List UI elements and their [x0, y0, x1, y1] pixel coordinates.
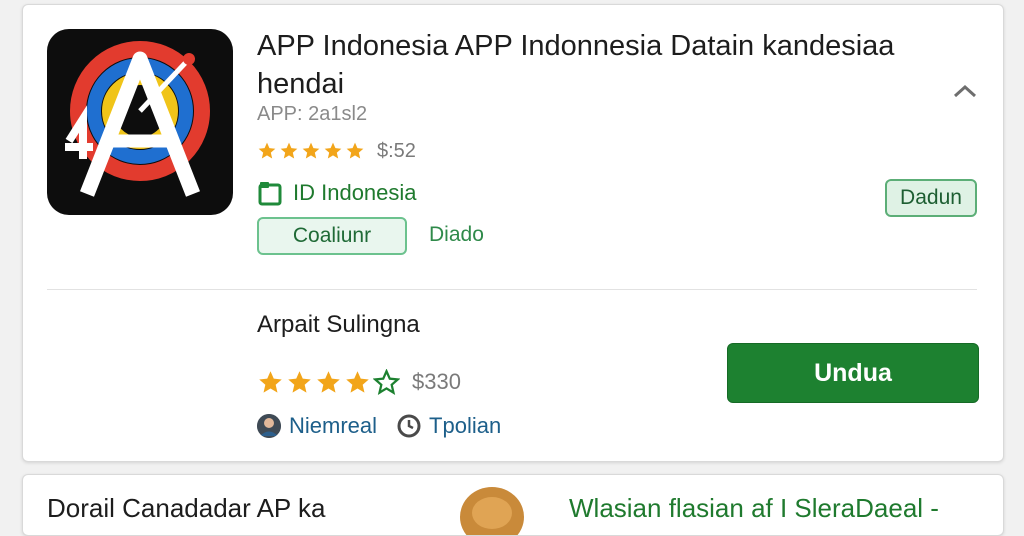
- app-rating: $:52: [257, 137, 416, 165]
- chip-label: Niemreal: [289, 413, 378, 438]
- diado-link[interactable]: Diado: [429, 223, 484, 247]
- section-rating: $330: [257, 365, 461, 399]
- developer-name: ID Indonesia: [293, 180, 417, 205]
- star-filled-icon: [259, 370, 282, 393]
- download-button[interactable]: Undua: [727, 343, 979, 403]
- next-app-card[interactable]: Dorail Canadadar AP ka Wlasian flasian a…: [22, 474, 1004, 536]
- avatar: [257, 414, 281, 438]
- next-card-title: Dorail Canadadar AP ka: [47, 493, 326, 523]
- divider: [47, 289, 977, 290]
- chip-niemreal[interactable]: Niemreal: [257, 413, 377, 439]
- star-filled-icon: [302, 142, 320, 159]
- developer-row[interactable]: ID Indonesia: [257, 177, 417, 209]
- rating-stars: [257, 141, 365, 161]
- app-card: APP Indonesia APP Indonnesia Datain kand…: [22, 4, 1004, 462]
- coaliunr-button[interactable]: Coaliunr: [257, 217, 407, 255]
- app-logo-icon: [65, 41, 210, 197]
- star-filled-icon: [258, 142, 276, 159]
- clock-icon: [397, 414, 421, 438]
- chip-row: Niemreal Tpolian: [257, 409, 501, 443]
- star-filled-icon: [346, 142, 364, 159]
- next-card-thumbnail: [455, 483, 529, 535]
- star-filled-icon: [317, 370, 340, 393]
- section-price: $330: [412, 369, 461, 394]
- folder-icon: [257, 179, 283, 207]
- app-title: APP Indonesia APP Indonnesia Datain kand…: [257, 30, 895, 100]
- chip-label: Tpolian: [429, 413, 502, 438]
- star-outline-icon: [373, 368, 400, 395]
- section-title: Arpait Sulingna: [257, 311, 420, 338]
- star-filled-icon: [288, 370, 311, 393]
- star-filled-icon: [280, 142, 298, 159]
- star-filled-icon: [346, 370, 369, 393]
- rating-stars: [257, 368, 400, 396]
- next-card-link[interactable]: Wlasian flasian af I SleraDaeal -: [569, 493, 939, 524]
- chip-tpolian[interactable]: Tpolian: [397, 413, 501, 439]
- dadun-button[interactable]: Dadun: [885, 179, 977, 217]
- app-icon[interactable]: [47, 29, 233, 215]
- star-filled-icon: [324, 142, 342, 159]
- app-price: $:52: [377, 139, 416, 162]
- chevron-up-icon[interactable]: [945, 71, 985, 111]
- app-meta: APP: 2a1sl2: [257, 103, 368, 125]
